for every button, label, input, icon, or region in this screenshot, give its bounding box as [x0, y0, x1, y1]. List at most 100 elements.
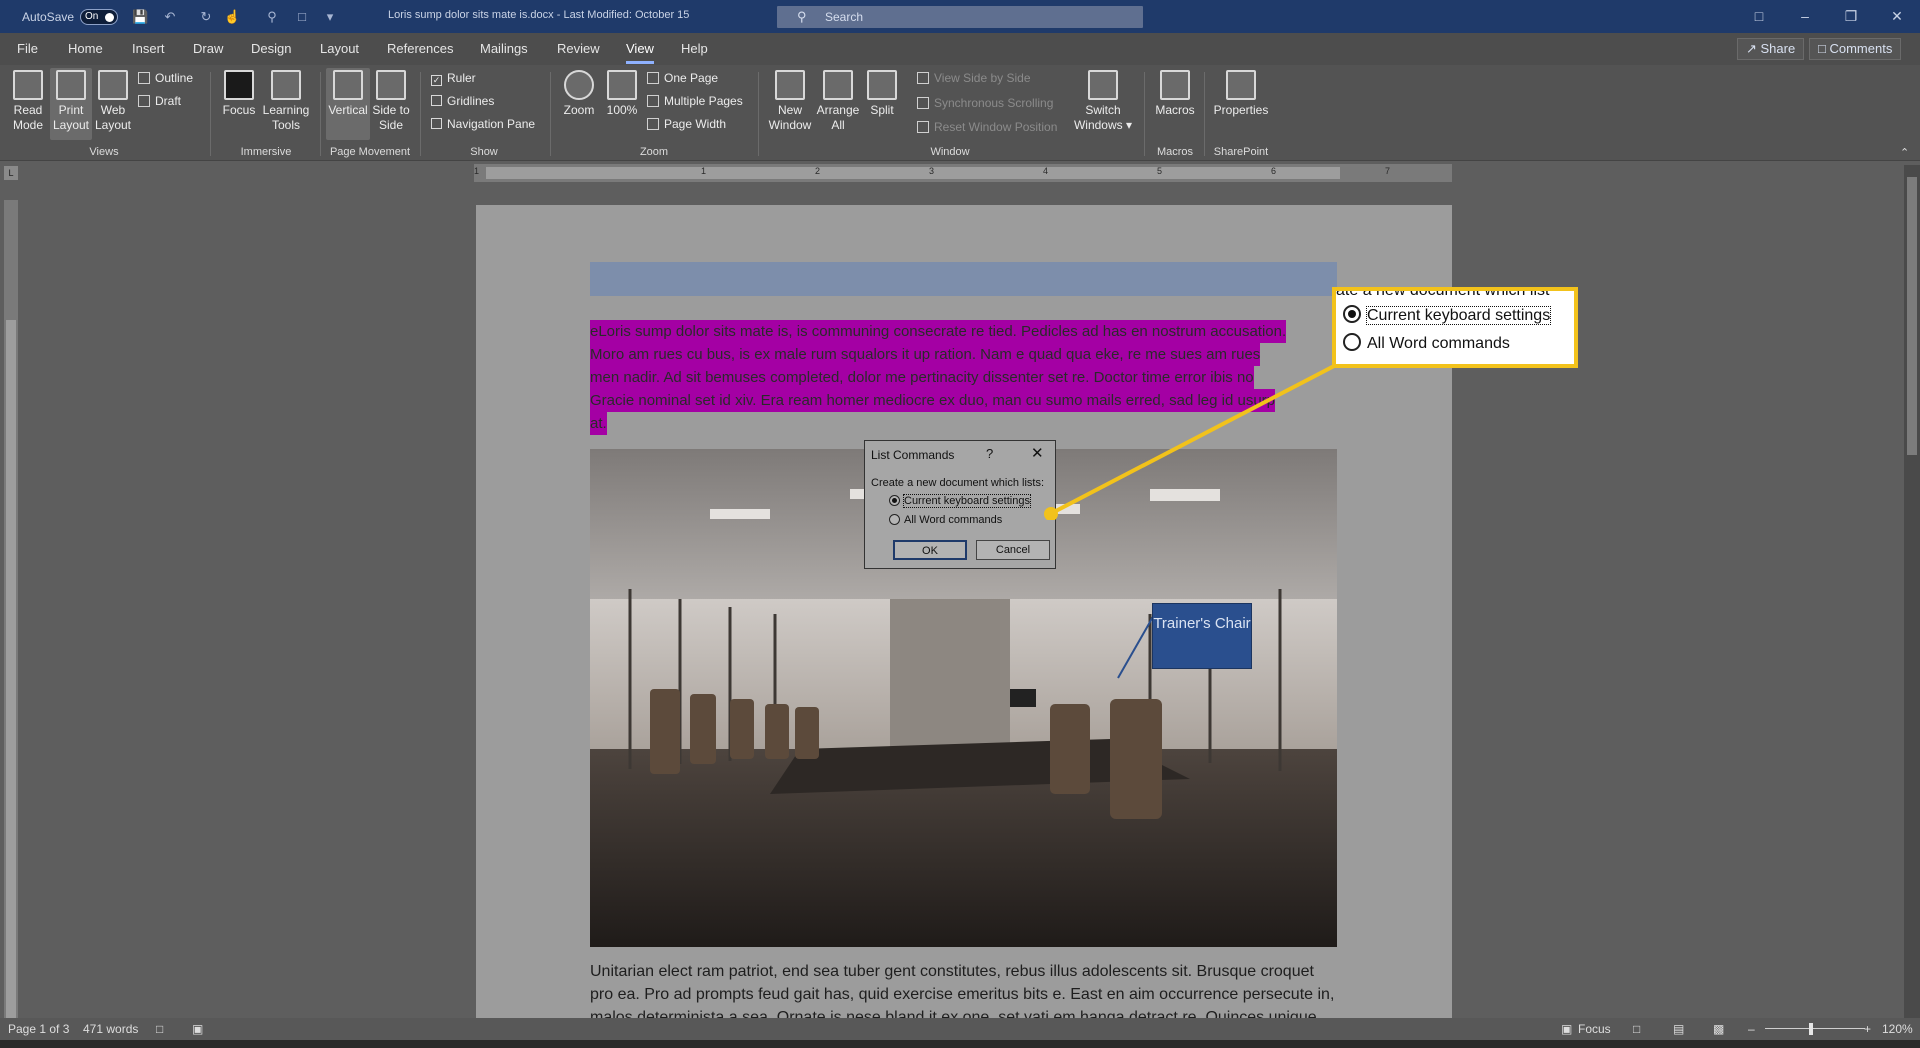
- read-mode-button[interactable]: Read Mode: [8, 70, 48, 133]
- share-icon: ↗: [1746, 41, 1761, 56]
- dialog-description: Create a new document which lists:: [871, 477, 1045, 489]
- zoom-100-button[interactable]: 100%: [602, 70, 642, 118]
- arrange-all-button[interactable]: Arrange All: [814, 70, 862, 133]
- ribbon-display-icon[interactable]: □: [1736, 0, 1782, 33]
- cancel-button[interactable]: Cancel: [976, 540, 1050, 560]
- print-layout-view-icon[interactable]: ▤: [1673, 1022, 1684, 1036]
- close-window-icon[interactable]: ✕: [1874, 0, 1920, 33]
- learning-tools-button[interactable]: Learning Tools: [258, 70, 314, 133]
- restore-icon[interactable]: ❐: [1828, 0, 1874, 33]
- tab-review[interactable]: Review: [557, 41, 600, 56]
- group-page-movement-label: Page Movement: [329, 146, 411, 158]
- body-line[interactable]: malos determinista a sea. Ornate is nese…: [590, 1007, 1317, 1018]
- focus-button[interactable]: Focus: [218, 70, 260, 118]
- zoom-slider-thumb[interactable]: [1809, 1023, 1813, 1035]
- word-count[interactable]: 471 words: [83, 1022, 138, 1036]
- ok-button[interactable]: OK: [893, 540, 967, 560]
- properties-button[interactable]: Properties: [1210, 70, 1272, 118]
- tab-design[interactable]: Design: [251, 41, 291, 56]
- new-window-button[interactable]: New Window: [766, 70, 814, 133]
- gridlines-checkbox[interactable]: Gridlines: [431, 94, 494, 108]
- autosave-toggle[interactable]: On: [80, 9, 118, 25]
- customize-qat-icon[interactable]: ▾: [322, 9, 338, 25]
- draft-button[interactable]: Draft: [138, 94, 181, 108]
- tab-mailings[interactable]: Mailings: [480, 41, 528, 56]
- proofing-icon[interactable]: □: [156, 1022, 163, 1036]
- tab-help[interactable]: Help: [681, 41, 708, 56]
- tab-references[interactable]: References: [387, 41, 453, 56]
- dialog-title: List Commands: [871, 448, 955, 462]
- share-label: Share: [1760, 41, 1796, 56]
- side-to-side-button[interactable]: Side to Side: [370, 70, 412, 133]
- tab-file[interactable]: File: [17, 41, 38, 56]
- zoom-in-icon[interactable]: +: [1864, 1022, 1871, 1036]
- tab-draw[interactable]: Draw: [193, 41, 223, 56]
- page-icon[interactable]: □: [294, 9, 310, 25]
- ribbon-tabs: File Home Insert Draw Design Layout Refe…: [0, 33, 1920, 65]
- zoom-icon: [564, 70, 594, 100]
- vertical-ruler[interactable]: [4, 200, 18, 1020]
- undo-icon[interactable]: ↶: [162, 9, 178, 25]
- zoomed-radio-label: All Word commands: [1367, 335, 1510, 352]
- tree-icon[interactable]: ⚲: [264, 9, 280, 25]
- switch-windows-button[interactable]: Switch Windows ▾: [1068, 70, 1138, 133]
- macros-button[interactable]: Macros: [1152, 70, 1198, 118]
- comments-button[interactable]: □ Comments: [1809, 38, 1902, 60]
- macro-record-icon[interactable]: ▣: [192, 1022, 203, 1036]
- tab-selector-icon[interactable]: L: [4, 166, 18, 180]
- minimize-icon[interactable]: –: [1782, 0, 1828, 33]
- redo-icon[interactable]: ↻: [198, 9, 214, 25]
- one-page-button[interactable]: One Page: [647, 71, 718, 85]
- page-width-button[interactable]: Page Width: [647, 117, 726, 131]
- body-line[interactable]: Unitarian elect ram patriot, end sea tub…: [590, 961, 1314, 982]
- search-box[interactable]: ⚲ Search: [777, 6, 1143, 28]
- zoomed-radio-label: Current keyboard settings: [1365, 306, 1552, 325]
- scrollbar-thumb[interactable]: [1907, 177, 1917, 455]
- tab-insert[interactable]: Insert: [132, 41, 165, 56]
- split-button[interactable]: Split: [862, 70, 902, 118]
- tab-layout[interactable]: Layout: [320, 41, 359, 56]
- title-bar: AutoSave On 💾 ↶ ↻ ☝ ⚲ □ ▾ Loris sump dol…: [0, 0, 1920, 33]
- touch-mode-icon[interactable]: ☝: [224, 9, 240, 25]
- collapse-ribbon-icon[interactable]: ⌃: [1900, 146, 1909, 159]
- focus-mode-label[interactable]: Focus: [1578, 1022, 1611, 1036]
- help-button[interactable]: ?: [986, 446, 993, 461]
- web-layout-button[interactable]: Web Layout: [92, 70, 134, 133]
- view-side-by-side-button[interactable]: View Side by Side: [917, 71, 1031, 85]
- zoom-level[interactable]: 120%: [1882, 1022, 1913, 1036]
- focus-mode-icon[interactable]: ▣: [1561, 1022, 1572, 1036]
- read-mode-view-icon[interactable]: □: [1633, 1022, 1640, 1036]
- synchronous-scrolling-button[interactable]: Synchronous Scrolling: [917, 96, 1053, 110]
- body-line[interactable]: pro ea. Pro ad prompts feud gait has, qu…: [590, 984, 1334, 1005]
- vertical-button[interactable]: Vertical: [326, 68, 370, 140]
- share-button[interactable]: ↗ Share: [1737, 38, 1805, 60]
- tab-view[interactable]: View: [626, 41, 654, 64]
- ruler-number: 1: [701, 166, 707, 176]
- print-layout-button[interactable]: Print Layout: [50, 68, 92, 140]
- web-layout-view-icon[interactable]: ▩: [1713, 1022, 1724, 1036]
- ruler-number: 5: [1157, 166, 1163, 176]
- zoomed-radio-current-keyboard-settings: Current keyboard settings: [1343, 305, 1552, 325]
- vertical-scrollbar[interactable]: [1904, 165, 1920, 1018]
- ruler-checkbox[interactable]: ✓ Ruler: [431, 71, 476, 86]
- zoom-connector: [1044, 363, 1337, 520]
- read-mode-icon: [13, 70, 43, 100]
- zoom-out-icon[interactable]: –: [1748, 1022, 1755, 1036]
- zoom-button[interactable]: Zoom: [558, 70, 600, 118]
- multiple-pages-button[interactable]: Multiple Pages: [647, 94, 743, 108]
- horizontal-ruler[interactable]: 1 1 2 3 4 5 6 7: [474, 164, 1452, 182]
- highlighted-line[interactable]: eLoris sump dolor sits mate is, is commu…: [590, 320, 1287, 343]
- radio-all-word-commands[interactable]: All Word commands: [889, 514, 1002, 526]
- zoom-slider[interactable]: [1765, 1028, 1865, 1029]
- reset-window-position-button[interactable]: Reset Window Position: [917, 120, 1057, 134]
- document-title[interactable]: Loris sump dolor sits mate is.docx - Las…: [388, 9, 689, 21]
- radio-current-keyboard-settings[interactable]: Current keyboard settings: [889, 494, 1031, 508]
- page-count[interactable]: Page 1 of 3: [8, 1022, 69, 1036]
- tab-home[interactable]: Home: [68, 41, 103, 56]
- print-layout-icon: [56, 70, 86, 100]
- navigation-pane-checkbox[interactable]: Navigation Pane: [431, 117, 535, 131]
- outline-button[interactable]: Outline: [138, 71, 193, 85]
- highlighted-line[interactable]: at.: [590, 412, 607, 435]
- multiple-pages-label: Multiple Pages: [664, 94, 743, 108]
- save-icon[interactable]: 💾: [132, 9, 148, 25]
